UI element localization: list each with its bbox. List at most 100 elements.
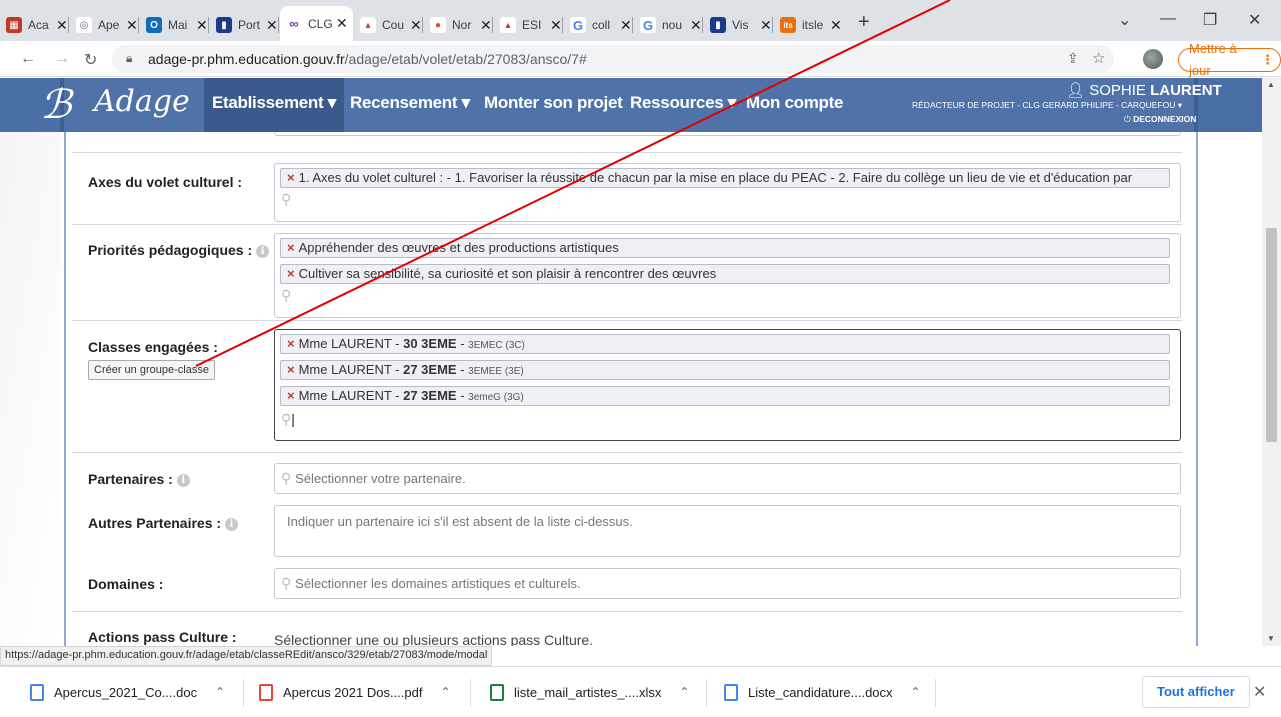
chevron-up-icon[interactable]: ⌃ — [215, 685, 225, 699]
scroll-up-icon[interactable]: ▲ — [1267, 80, 1275, 89]
domains-select[interactable]: ⚲ Sélectionner les domaines artistiques … — [274, 568, 1181, 599]
search-icon[interactable]: ⚲ — [275, 188, 1180, 210]
restore-icon[interactable]: ❐ — [1203, 10, 1217, 30]
share-icon[interactable]: ⇪ — [1067, 50, 1079, 67]
domains-label: Domaines : — [88, 576, 164, 592]
back-icon[interactable]: ← — [20, 50, 36, 68]
download-item[interactable]: Apercus 2021 Dos....pdf ⌃ — [259, 680, 451, 704]
lock-icon: 🔒︎ — [126, 51, 133, 65]
user-name[interactable]: 👤︎ SOPHIE LAURENT — [1066, 81, 1222, 99]
info-icon[interactable]: i — [225, 518, 239, 531]
class-chip: × Mme LAURENT - 27 3EME - 3emeG (3G) — [280, 386, 1170, 406]
download-item[interactable]: Apercus_2021_Co....doc ⌃ — [30, 680, 225, 704]
close-tab-icon[interactable]: ✕ — [126, 17, 138, 34]
remove-chip-icon[interactable]: × — [287, 240, 295, 255]
remove-chip-icon[interactable]: × — [287, 266, 295, 281]
scroll-thumb[interactable] — [1266, 228, 1277, 442]
close-tab-icon[interactable]: ✕ — [336, 15, 348, 32]
selected-chip: × Cultiver sa sensibilité, sa curiosité e… — [280, 264, 1170, 284]
tab-favicon-icon: ▦ — [6, 17, 22, 33]
close-tab-icon[interactable]: ✕ — [830, 17, 842, 34]
close-tab-icon[interactable]: ✕ — [690, 17, 702, 34]
browser-tab[interactable]: Gnou ✕ — [634, 9, 703, 41]
close-tab-icon[interactable]: ✕ — [196, 17, 208, 34]
search-icon[interactable]: ⚲| — [275, 408, 1180, 430]
axes-select[interactable]: × 1. Axes du volet culturel : - 1. Favori… — [274, 163, 1181, 222]
selected-chip: × 1. Axes du volet culturel : - 1. Favori… — [280, 168, 1170, 188]
update-button[interactable]: Mettre à jour ⋮ — [1178, 41, 1281, 78]
browser-tab-strip: ▦ Aca ✕ ◎ Ape ✕ O Mai ✕ ▮ Port ✕ ∞ CLG ✕ ▴ Cou ✕ ● No… — [0, 0, 1281, 41]
url-text[interactable]: adage-pr.phm.education.gouv.fr/adage/eta… — [148, 51, 587, 67]
close-tab-icon[interactable]: ✕ — [550, 17, 562, 34]
remove-chip-icon[interactable]: × — [287, 170, 295, 185]
chevron-up-icon[interactable]: ⌃ — [911, 685, 921, 699]
doc-file-icon — [30, 683, 44, 701]
address-toolbar: ← → ↻ 🔒︎ adage-pr.phm.education.gouv.fr/… — [0, 41, 1281, 78]
minimize-icon[interactable]: — — [1160, 10, 1176, 28]
url-bar[interactable]: 🔒︎ adage-pr.phm.education.gouv.fr/adage/… — [112, 45, 1114, 73]
scroll-down-icon[interactable]: ▼ — [1267, 634, 1275, 643]
info-icon[interactable]: i — [256, 245, 270, 258]
show-all-downloads-button[interactable]: Tout afficher — [1142, 676, 1250, 708]
user-icon: 👤︎ — [1066, 82, 1090, 99]
browser-tab[interactable]: ● Nor ✕ — [424, 9, 493, 41]
close-tab-icon[interactable]: ✕ — [56, 17, 68, 34]
remove-chip-icon[interactable]: × — [287, 362, 295, 377]
chevron-up-icon[interactable]: ⌃ — [679, 685, 689, 699]
tab-favicon-icon: O — [146, 17, 162, 33]
browser-tab[interactable]: ▴ ESI ✕ — [494, 9, 563, 41]
axes-label: Axes du volet culturel : — [88, 174, 243, 190]
browser-tab[interactable]: ▦ Aca ✕ — [0, 9, 69, 41]
priorities-select[interactable]: × Appréhender des œuvres et des productio… — [274, 233, 1181, 318]
menu-recensement[interactable]: Recensement ▾ — [350, 93, 470, 113]
logo-mark-icon: ℬ — [40, 82, 72, 128]
caret-down-icon: ▾ — [1177, 100, 1183, 110]
forward-icon[interactable]: → — [54, 50, 70, 68]
tab-favicon-icon: ∞ — [286, 15, 302, 32]
info-icon[interactable]: i — [176, 474, 190, 487]
browser-tab[interactable]: ▮ Port ✕ — [210, 9, 279, 41]
search-icon[interactable]: ⚲ — [275, 284, 1180, 306]
other-partners-textarea[interactable]: Indiquer un partenaire ici s'il est abse… — [274, 505, 1181, 557]
tab-favicon-icon: ▮ — [216, 17, 232, 33]
google-icon: G — [570, 17, 586, 33]
profile-avatar[interactable] — [1143, 49, 1163, 69]
create-class-group-button[interactable]: Créer un groupe-classe — [88, 360, 215, 380]
search-icon: ⚲ — [281, 575, 296, 591]
partners-select[interactable]: ⚲ Sélectionner votre partenaire. — [274, 463, 1181, 494]
bookmark-star-icon[interactable]: ☆ — [1092, 49, 1105, 67]
tab-search-icon[interactable]: ⌄ — [1118, 10, 1131, 30]
menu-etablissement[interactable]: Etablissement ▾ — [204, 78, 345, 132]
close-tab-icon[interactable]: ✕ — [760, 17, 772, 34]
pass-culture-label: Actions pass Culture : — [88, 629, 237, 645]
page-scrollbar[interactable]: ▲ ▼ — [1262, 78, 1281, 646]
menu-mon-compte[interactable]: Mon compte — [746, 93, 843, 113]
close-tab-icon[interactable]: ✕ — [620, 17, 632, 34]
close-window-icon[interactable]: ✕ — [1248, 10, 1261, 30]
new-tab-icon[interactable]: + — [858, 11, 870, 34]
remove-chip-icon[interactable]: × — [287, 388, 295, 403]
browser-tab[interactable]: its itsle ✕ — [774, 9, 846, 41]
reload-icon[interactable]: ↻ — [84, 50, 97, 70]
browser-tab[interactable]: O Mai ✕ — [140, 9, 209, 41]
browser-tab[interactable]: ▴ Cou ✕ — [354, 9, 423, 41]
logout-link[interactable]: ⏻ DECONNEXION — [1124, 114, 1196, 125]
menu-ressources[interactable]: Ressources ▾ — [630, 93, 736, 113]
classes-select[interactable]: × Mme LAURENT - 30 3EME - 3EMEC (3C) × Mme… — [274, 329, 1181, 441]
menu-monter-projet[interactable]: Monter son projet — [484, 93, 623, 113]
browser-tab[interactable]: ▮ Vis ✕ — [704, 9, 773, 41]
remove-chip-icon[interactable]: × — [287, 336, 295, 351]
download-item[interactable]: liste_mail_artistes_....xlsx ⌃ — [490, 680, 689, 704]
logo[interactable]: Adage — [94, 84, 190, 119]
browser-tab-active[interactable]: ∞ CLG ✕ — [280, 6, 353, 41]
chevron-up-icon[interactable]: ⌃ — [440, 685, 450, 699]
close-tab-icon[interactable]: ✕ — [480, 17, 492, 34]
browser-tab[interactable]: Gcoll ✕ — [564, 9, 633, 41]
download-bar: Apercus_2021_Co....doc ⌃ Apercus 2021 Dos… — [0, 666, 1281, 717]
download-item[interactable]: Liste_candidature....docx ⌃ — [724, 680, 921, 704]
xlsx-file-icon — [490, 683, 504, 701]
browser-tab[interactable]: ◎ Ape ✕ — [70, 9, 139, 41]
close-download-bar-icon[interactable]: ✕ — [1253, 682, 1266, 702]
close-tab-icon[interactable]: ✕ — [410, 17, 422, 34]
close-tab-icon[interactable]: ✕ — [266, 17, 278, 34]
